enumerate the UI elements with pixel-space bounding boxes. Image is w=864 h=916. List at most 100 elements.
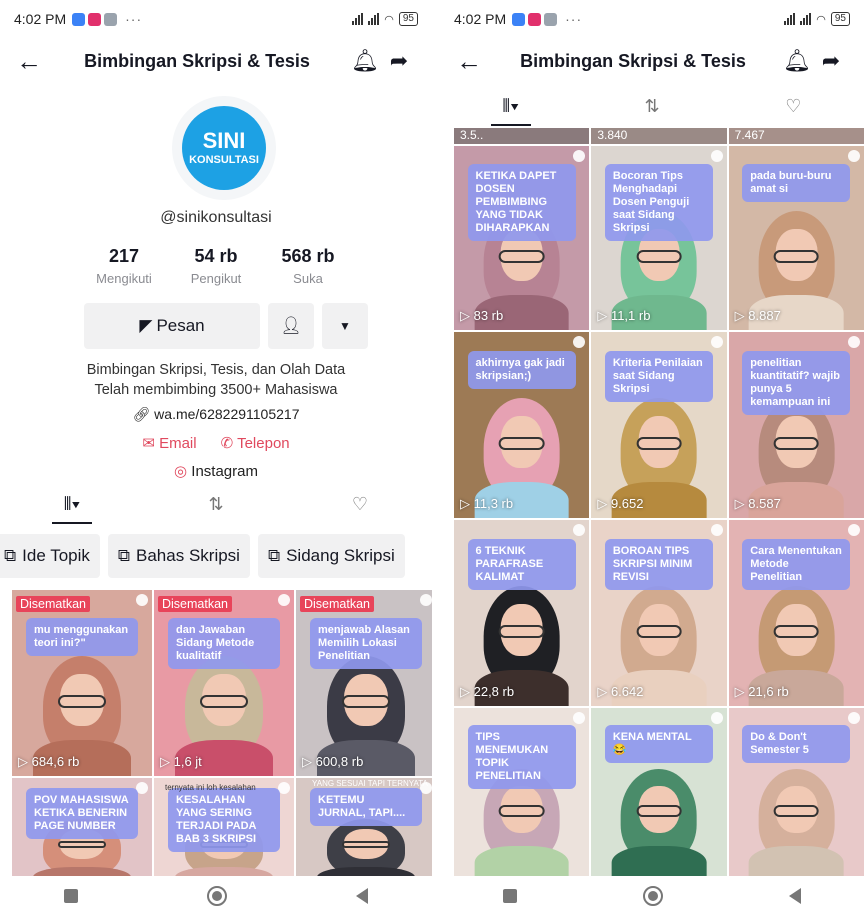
email-label: Email: [159, 435, 197, 452]
repost-icon: ⇅: [644, 96, 660, 116]
video-thumbnail[interactable]: Cara Menentukan Metode Penelitian ▷ 21,6 …: [728, 520, 864, 706]
app-notification-icon: [512, 12, 526, 26]
presenter-figure: [748, 769, 844, 876]
video-caption: Bocoran Tips Menghadapi Dosen Penguji sa…: [604, 164, 714, 242]
tab-reposts[interactable]: ⇅: [612, 88, 692, 124]
more-dropdown-button[interactable]: ▼: [322, 303, 368, 349]
hidden-heart-icon: ♡: [785, 96, 802, 116]
view-count: 8.587: [748, 496, 781, 511]
signal-icon: [352, 13, 364, 25]
video-views: ▷ 6.642: [597, 684, 643, 700]
person-check-icon: 👤︎: [280, 316, 302, 335]
back-arrow-icon[interactable]: ←: [16, 46, 46, 77]
video-thumbnail[interactable]: 6 TEKNIK PARAFRASE KALIMAT ▷ 22,8 rb: [454, 520, 590, 706]
video-caption: Do & Don't Semester 5: [742, 725, 851, 763]
video-caption: menjawab Alasan Memilih Lokasi Penelitia…: [310, 618, 422, 669]
back-icon[interactable]: [789, 888, 801, 904]
grid-icon: ⦀▾: [63, 494, 81, 514]
video-caption: KETEMU JURNAL, TAPI....: [310, 788, 422, 827]
video-thumbnail[interactable]: mu menggunakan teori ini?" Disematkan ▷ 68…: [12, 590, 152, 776]
playlist-icon: ⧉: [267, 546, 281, 565]
video-thumbnail[interactable]: menjawab Alasan Memilih Lokasi Penelitia…: [296, 590, 432, 776]
video-thumbnail[interactable]: KETIKA DAPET DOSEN PEMBIMBING YANG TIDAK…: [454, 146, 590, 330]
message-button[interactable]: ◤ Pesan: [84, 303, 260, 349]
playlist-row: ⧉ Ide Topik ⧉ Bahas Skripsi ⧉ Sidang Skrips…: [0, 534, 432, 578]
bell-icon[interactable]: 🔔︎: [780, 48, 814, 74]
video-thumbnail[interactable]: penelitian kuantitatif? wajib punya 5 ke…: [728, 332, 864, 518]
playlist-sidang-skripsi[interactable]: ⧉ Sidang Skripsi: [257, 534, 405, 578]
bell-icon[interactable]: 🔔︎: [348, 48, 382, 74]
video-thumbnail[interactable]: KENA MENTAL😂: [591, 708, 727, 876]
video-thumbnail[interactable]: Do & Don't Semester 5: [728, 708, 864, 876]
stat-followers[interactable]: 54 rb Pengikut: [170, 246, 262, 286]
pinned-badge: Disematkan: [16, 596, 90, 612]
video-views: ▷ 8.587: [735, 496, 781, 512]
tab-videos[interactable]: ⦀▾: [32, 486, 112, 524]
video-views: ▷ 11,1 rb: [597, 308, 650, 324]
stat-likes[interactable]: 568 rb Suka: [262, 246, 354, 286]
tab-liked[interactable]: ♡: [753, 88, 833, 124]
share-icon[interactable]: ➦: [814, 48, 848, 74]
play-icon: ▷: [597, 496, 611, 511]
phone-button[interactable]: ✆ Telepon: [221, 434, 290, 452]
profile-screen-right: 4:02 PM ··· ◠ 95 ← Bimbingan Skripsi & T…: [440, 0, 864, 916]
chevron-down-icon: ▼: [339, 319, 351, 333]
app-notification-icon: [544, 12, 558, 26]
bio-link[interactable]: 🔗︎ wa.me/6282291105217: [0, 406, 432, 423]
tiktok-icon: [278, 594, 290, 606]
video-thumbnail[interactable]: KETEMU JURNAL, TAPI....: [296, 778, 432, 880]
tiktok-icon: [573, 712, 586, 724]
playlist-label: Bahas Skripsi: [136, 546, 240, 565]
recents-icon[interactable]: [64, 889, 79, 903]
recents-icon[interactable]: [503, 889, 517, 903]
follow-status-button[interactable]: 👤︎: [268, 303, 314, 349]
tab-reposts[interactable]: ⇅: [176, 486, 256, 522]
tab-videos[interactable]: ⦀▾: [471, 88, 551, 126]
email-button[interactable]: ✉ Email: [142, 434, 196, 452]
wifi-icon: ◠: [816, 13, 826, 26]
video-thumbnail[interactable]: pada buru-buru amat si ▷ 8.887: [728, 146, 864, 330]
back-arrow-icon[interactable]: ←: [456, 46, 486, 77]
profile-screen-left: 4:02 PM ··· ◠ 95 ← Bimbingan Skripsi & T…: [0, 0, 432, 916]
video-thumbnail[interactable]: POV MAHASISWA KETIKA BENERIN PAGE NUMBER: [12, 778, 152, 880]
back-icon[interactable]: [355, 888, 368, 904]
video-thumbnail[interactable]: Kriteria Penilaian saat Sidang Skripsi ▷ …: [591, 332, 727, 518]
share-icon[interactable]: ➦: [382, 48, 416, 74]
video-thumbnail[interactable]: dan Jawaban Sidang Metode kualitatif Dise…: [154, 590, 294, 776]
view-count: 600,8 rb: [315, 754, 364, 769]
stat-following[interactable]: 217 Mengikuti: [78, 246, 170, 286]
send-icon: ◤: [139, 316, 153, 335]
pinned-badge: Disematkan: [158, 596, 232, 612]
tiktok-icon: [573, 150, 586, 162]
signal-icon: [784, 13, 796, 25]
phone-label: Telepon: [237, 435, 290, 452]
instagram-notification-icon: [88, 12, 102, 26]
view-count: 11,3 rb: [473, 496, 514, 511]
playlist-ide-topik[interactable]: ⧉ Ide Topik: [0, 534, 100, 578]
instagram-label: Instagram: [191, 463, 258, 480]
tiktok-icon: [847, 336, 860, 348]
stat-label: Mengikuti: [96, 271, 152, 286]
stat-label: Suka: [293, 271, 323, 286]
tab-liked[interactable]: ♡: [320, 486, 400, 522]
grid-icon: ⦀▾: [502, 96, 520, 116]
playlist-bahas-skripsi[interactable]: ⧉ Bahas Skripsi: [107, 534, 250, 578]
home-icon[interactable]: [206, 886, 227, 906]
video-caption: TIPS MENEMUKAN TOPIK PENELITIAN: [467, 725, 576, 789]
video-thumbnail[interactable]: KESALAHAN YANG SERING TERJADI PADA BAB 3…: [154, 778, 294, 880]
home-icon[interactable]: [643, 886, 663, 906]
video-thumbnail[interactable]: TIPS MENEMUKAN TOPIK PENELITIAN: [454, 708, 590, 876]
tiktok-icon: [710, 712, 723, 724]
hidden-heart-icon: ♡: [351, 494, 369, 514]
status-bar: 4:02 PM ··· ◠ 95: [440, 0, 864, 38]
signal-icon: [368, 13, 380, 25]
avatar[interactable]: SINI KONSULTASI: [172, 96, 276, 200]
mail-icon: ✉: [142, 435, 155, 452]
video-thumbnail[interactable]: BOROAN TIPS SKRIPSI MINIM REVISI ▷ 6.642: [591, 520, 727, 706]
content-tabs: ⦀▾ ⇅ ♡: [0, 484, 432, 524]
video-thumbnail[interactable]: akhirnya gak jadi skripsian;) ▷ 11,3 rb: [454, 332, 590, 518]
message-button-label: Pesan: [156, 316, 205, 335]
video-views: ▷ 600,8 rb: [302, 754, 363, 770]
video-thumbnail[interactable]: Bocoran Tips Menghadapi Dosen Penguji sa…: [591, 146, 727, 330]
instagram-link[interactable]: ◎ Instagram: [0, 462, 432, 480]
